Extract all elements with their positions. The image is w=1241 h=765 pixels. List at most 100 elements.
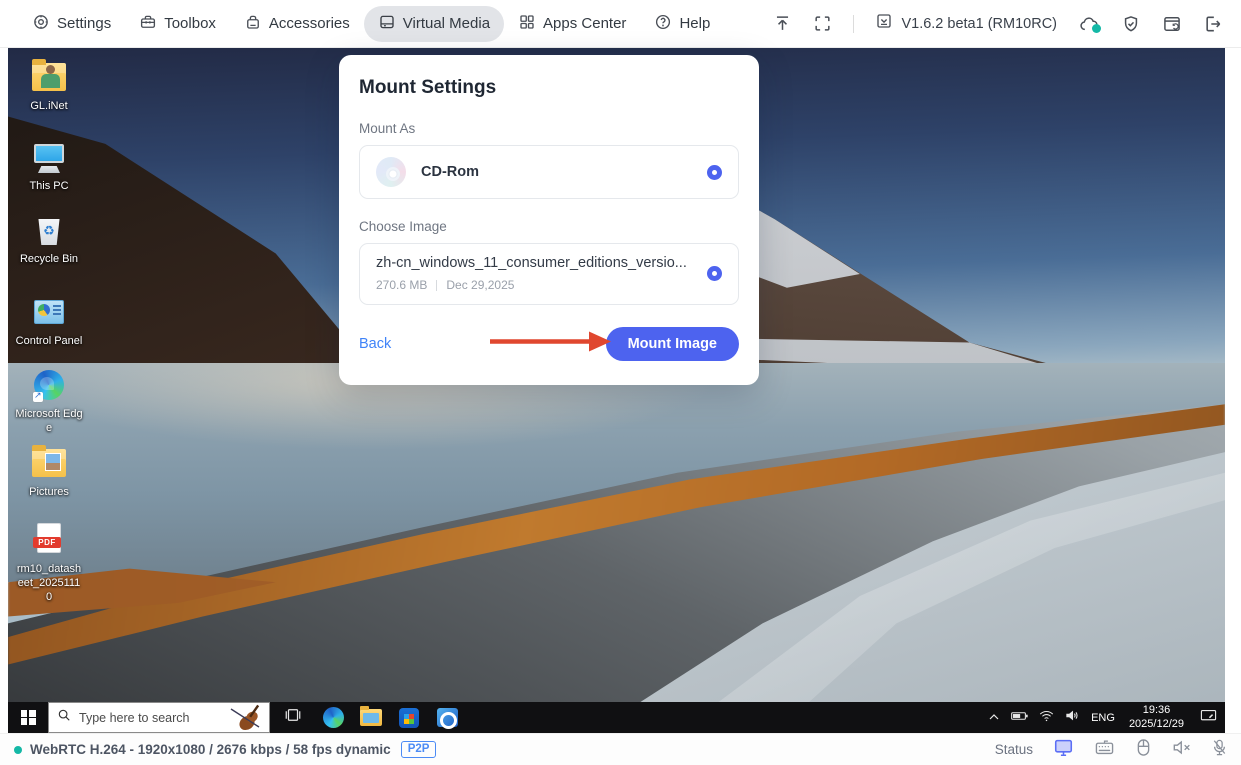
accessories-icon [244, 13, 262, 35]
edge-icon [323, 707, 344, 728]
screen-history-icon[interactable] [1162, 14, 1182, 34]
mount-as-option-cdrom[interactable]: CD-Rom [359, 145, 739, 199]
start-button[interactable] [8, 702, 48, 733]
taskbar-store[interactable] [390, 702, 428, 733]
desktop-icon-glinet[interactable]: GL.iNet [14, 58, 84, 114]
p2p-badge: P2P [401, 741, 437, 758]
apps-grid-icon [518, 13, 536, 35]
desktop-icon-label: rm10_datasheet_20251110 [15, 563, 83, 604]
upload-icon[interactable] [773, 14, 792, 33]
cloud-icon[interactable] [1078, 14, 1100, 34]
nav-apps-center-label: Apps Center [543, 15, 626, 32]
image-option-card[interactable]: zh-cn_windows_11_consumer_editions_versi… [359, 243, 739, 305]
language-indicator[interactable]: ENG [1091, 712, 1115, 724]
connection-dot-icon [14, 746, 22, 754]
desktop-icon-label: This PC [29, 180, 68, 194]
search-icon [57, 708, 71, 727]
nav-help[interactable]: Help [640, 6, 724, 42]
desktop-icon-recycle-bin[interactable]: ♻ Recycle Bin [14, 211, 84, 267]
toolbox-icon [139, 13, 157, 35]
top-toolbar: Settings Toolbox Accessories Virtual Med… [0, 0, 1241, 48]
virtual-media-icon [378, 13, 396, 35]
dialog-title: Mount Settings [359, 77, 739, 99]
tray-time: 19:36 [1129, 704, 1184, 718]
desktop-icon-label: Microsoft Edge [15, 408, 83, 436]
task-view-icon[interactable] [284, 706, 302, 729]
red-pointer-arrow [487, 329, 613, 360]
nav-accessories-label: Accessories [269, 15, 350, 32]
windows-taskbar: Type here to search ENG 19:36 2025/12/29 [8, 702, 1225, 733]
nav-toolbox[interactable]: Toolbox [125, 6, 230, 42]
logout-icon[interactable] [1203, 14, 1223, 34]
file-explorer-icon [360, 709, 382, 726]
status-controls: Status [995, 738, 1227, 762]
image-file-name: zh-cn_windows_11_consumer_editions_versi… [376, 255, 715, 271]
tray-clock[interactable]: 19:36 2025/12/29 [1129, 704, 1184, 732]
fullscreen-icon[interactable] [813, 14, 832, 33]
nav-virtual-media-label: Virtual Media [403, 15, 490, 32]
image-file-size: 270.6 MB [376, 278, 427, 292]
outlook-icon [437, 708, 458, 727]
speaker-icon[interactable] [1065, 709, 1080, 727]
back-link[interactable]: Back [359, 336, 391, 352]
desktop-icon-label: Recycle Bin [20, 253, 78, 267]
nav-apps-center[interactable]: Apps Center [504, 6, 640, 42]
cdrom-option-label: CD-Rom [421, 164, 479, 180]
image-file-date: Dec 29,2025 [446, 278, 514, 292]
image-radio-selected[interactable] [707, 266, 722, 281]
keyboard-status-icon[interactable] [1094, 739, 1115, 761]
cdrom-radio-selected[interactable] [707, 165, 722, 180]
taskbar-edge[interactable] [314, 702, 352, 733]
desktop-icon-this-pc[interactable]: This PC [14, 138, 84, 194]
desktop-icon-label: Control Panel [16, 335, 83, 349]
nav-virtual-media[interactable]: Virtual Media [364, 6, 504, 42]
taskbar-search-box[interactable]: Type here to search [48, 702, 270, 733]
cloud-status-dot [1092, 24, 1101, 33]
nav-settings[interactable]: Settings [18, 6, 125, 42]
microphone-muted-icon[interactable] [1212, 738, 1227, 762]
user-folder-icon [29, 58, 69, 96]
battery-icon[interactable] [1011, 709, 1028, 727]
desktop-icon-control-panel[interactable]: Control Panel [14, 293, 84, 349]
mouse-status-icon[interactable] [1135, 738, 1152, 762]
dialog-footer: Back Mount Image [359, 327, 739, 361]
system-tray: ENG 19:36 2025/12/29 [988, 704, 1225, 732]
desktop-icon-pdf-datasheet[interactable]: PDF rm10_datasheet_20251110 [14, 521, 84, 604]
taskbar-outlook[interactable] [428, 702, 466, 733]
toolbar-divider [853, 15, 854, 33]
nav-help-label: Help [679, 15, 710, 32]
this-pc-icon [29, 138, 69, 176]
shield-check-icon[interactable] [1121, 14, 1141, 34]
tray-chevron-up-icon[interactable] [988, 709, 1000, 727]
windows-logo-icon [21, 710, 36, 725]
action-center-icon[interactable] [1200, 708, 1217, 728]
cd-disc-icon [376, 157, 406, 187]
speaker-muted-icon[interactable] [1172, 739, 1192, 761]
choose-image-label: Choose Image [359, 219, 739, 234]
violin-doodle-icon [227, 701, 265, 733]
recycle-bin-icon: ♻ [29, 211, 69, 249]
mount-settings-dialog: Mount Settings Mount As CD-Rom Choose Im… [339, 55, 759, 385]
desktop-icon-edge[interactable]: Microsoft Edge [14, 366, 84, 436]
search-placeholder-text: Type here to search [79, 711, 189, 725]
monitor-status-icon[interactable] [1053, 738, 1074, 762]
microsoft-store-icon [399, 708, 419, 728]
pictures-folder-icon [29, 444, 69, 482]
control-panel-icon [29, 293, 69, 331]
mount-as-label: Mount As [359, 121, 739, 136]
update-box-icon [875, 12, 893, 35]
wifi-icon[interactable] [1039, 709, 1054, 727]
mount-image-button[interactable]: Mount Image [606, 327, 739, 361]
gear-icon [32, 13, 50, 35]
edge-icon [29, 366, 69, 404]
desktop-icon-pictures[interactable]: Pictures [14, 444, 84, 500]
stream-status-bar: WebRTC H.264 - 1920x1080 / 2676 kbps / 5… [0, 733, 1241, 765]
version-text: V1.6.2 beta1 (RM10RC) [901, 16, 1057, 32]
version-group[interactable]: V1.6.2 beta1 (RM10RC) [875, 12, 1057, 35]
taskbar-file-explorer[interactable] [352, 702, 390, 733]
desktop-icon-label: Pictures [29, 486, 69, 500]
stream-info-text: WebRTC H.264 - 1920x1080 / 2676 kbps / 5… [30, 742, 391, 757]
pdf-file-icon: PDF [29, 521, 69, 559]
nav-accessories[interactable]: Accessories [230, 6, 364, 42]
nav-settings-label: Settings [57, 15, 111, 32]
